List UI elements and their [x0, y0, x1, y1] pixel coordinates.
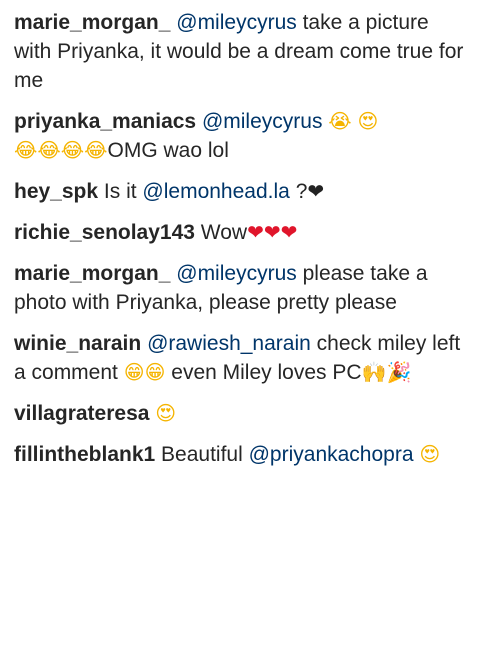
comment-text: ? [295, 180, 308, 203]
comment-item: winie_narain @rawiesh_narain check miley… [14, 329, 469, 387]
black-heart-icon: ❤ [307, 179, 325, 203]
red-heart-icon: ❤ [280, 220, 298, 244]
comment-mention[interactable]: @mileycyrus [202, 110, 323, 133]
comment-item: hey_spk Is it @lemonhead.la ?❤ [14, 177, 469, 206]
comment-username[interactable]: winie_narain [14, 332, 141, 355]
heart-eyes-icon: 😍 [419, 442, 441, 466]
comment-mention[interactable]: @priyankachopra [249, 443, 414, 466]
grinning-face-icon: 😁 [144, 360, 166, 384]
comment-item: marie_morgan_ @mileycyrus please take a … [14, 259, 469, 317]
comment-username[interactable]: richie_senolay143 [14, 221, 195, 244]
comment-item: marie_morgan_ @mileycyrus take a picture… [14, 8, 469, 95]
tears-of-joy-icon: 😂 [14, 138, 38, 162]
comment-text: OMG wao lol [107, 139, 229, 162]
comment-username[interactable]: villagrateresa [14, 402, 149, 425]
comment-mention[interactable]: @lemonhead.la [142, 180, 289, 203]
comment-username[interactable]: priyanka_maniacs [14, 110, 196, 133]
comment-username[interactable]: hey_spk [14, 180, 98, 203]
comment-text: even Miley loves PC [171, 361, 362, 384]
comments-list: marie_morgan_ @mileycyrus take a picture… [0, 0, 483, 469]
party-popper-icon: 🎉 [386, 360, 412, 384]
grinning-face-icon: 😁 [123, 360, 145, 384]
comment-username[interactable]: marie_morgan_ [14, 262, 170, 285]
comment-item: priyanka_maniacs @mileycyrus 😭 😍 😂😂😂😂OMG… [14, 107, 469, 165]
tears-of-joy-icon: 😂 [37, 138, 61, 162]
tears-of-joy-icon: 😂 [84, 138, 108, 162]
raising-hands-icon: 🙌 [361, 360, 387, 384]
tears-of-joy-icon: 😂 [60, 138, 85, 162]
comment-username[interactable]: marie_morgan_ [14, 11, 170, 34]
comment-item: fillintheblank1 Beautiful @priyankachopr… [14, 440, 469, 469]
red-heart-icon: ❤ [247, 220, 264, 244]
comment-text: Beautiful [161, 443, 243, 466]
comment-mention[interactable]: @mileycyrus [176, 11, 297, 34]
comment-mention[interactable]: @mileycyrus [176, 262, 297, 285]
comment-item: richie_senolay143 Wow❤❤❤ [14, 218, 469, 247]
heart-eyes-icon: 😍 [155, 401, 177, 425]
comment-text: Wow [200, 221, 248, 244]
comment-mention[interactable]: @rawiesh_narain [147, 332, 311, 355]
crying-face-icon: 😭 [328, 109, 352, 133]
comment-item: villagrateresa 😍 [14, 399, 469, 428]
heart-eyes-icon: 😍 [357, 109, 379, 133]
comment-username[interactable]: fillintheblank1 [14, 443, 155, 466]
comment-text: Is it [103, 180, 137, 203]
red-heart-icon: ❤ [263, 220, 281, 244]
